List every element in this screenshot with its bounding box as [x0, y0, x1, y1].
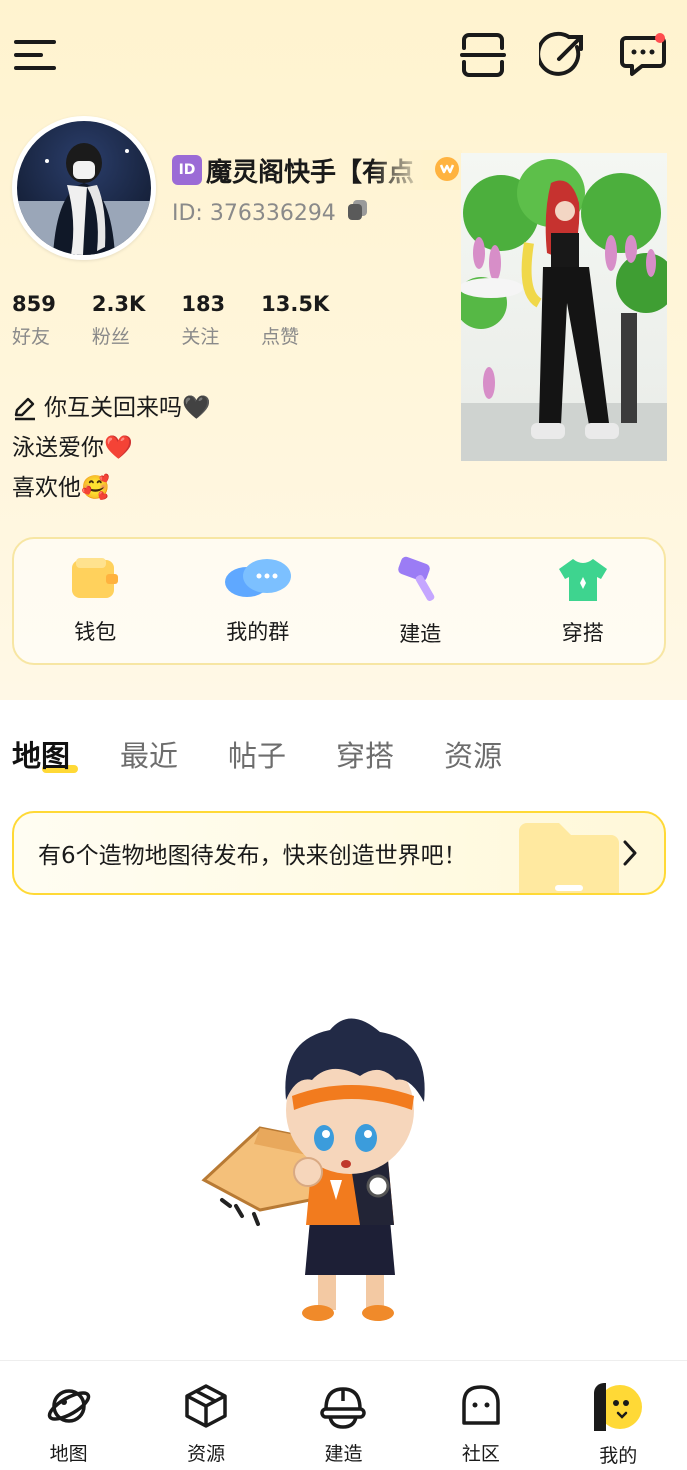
- copy-icon[interactable]: [346, 198, 370, 228]
- menu-icon[interactable]: [10, 30, 60, 80]
- bio-line: 泳送爱你❤️: [12, 428, 211, 468]
- stat-value: 859: [12, 292, 56, 316]
- scan-icon[interactable]: [458, 30, 508, 80]
- group-chat-icon: [223, 556, 293, 606]
- ghost-icon: [458, 1383, 504, 1433]
- stat-friends[interactable]: 859 好友: [12, 292, 56, 349]
- bio-text: 喜欢他🥰: [12, 475, 110, 501]
- shortcut-label: 我的群: [226, 620, 290, 644]
- stat-value: 183: [181, 292, 226, 316]
- tab-resources[interactable]: 资源: [444, 733, 502, 775]
- nav-resources[interactable]: 资源: [151, 1361, 261, 1470]
- stat-following[interactable]: 183 关注: [181, 292, 225, 349]
- stat-value: 13.5K: [261, 292, 330, 316]
- bottom-navigation: 地图 资源 建造 社区 我的: [0, 1360, 687, 1470]
- banner-text: 有6个造物地图待发布，快来创造世界吧！: [38, 843, 467, 869]
- shortcut-my-groups[interactable]: 我的群: [193, 556, 323, 646]
- outfit-icon: [555, 555, 611, 607]
- nav-community[interactable]: 社区: [426, 1361, 536, 1470]
- nav-map[interactable]: 地图: [14, 1361, 124, 1470]
- shortcut-panel: 钱包 我的群 建造 穿搭: [12, 537, 666, 665]
- empty-state-illustration: [200, 1010, 470, 1334]
- stat-likes[interactable]: 13.5K 点赞: [261, 292, 329, 349]
- character-preview[interactable]: [461, 153, 667, 461]
- bio-text: 泳送爱你❤️: [12, 435, 133, 461]
- bio-line: 喜欢他🥰: [12, 468, 211, 508]
- hammer-icon: [395, 554, 445, 608]
- shortcut-outfit[interactable]: 穿搭: [518, 555, 648, 647]
- publish-maps-banner[interactable]: 有6个造物地图待发布，快来创造世界吧！: [12, 811, 666, 895]
- stat-value: 2.3K: [91, 292, 146, 316]
- user-id-row: ID: 376336294: [172, 198, 370, 228]
- shortcut-build[interactable]: 建造: [355, 554, 485, 648]
- nav-label: 我的: [599, 1445, 638, 1467]
- avatar[interactable]: [12, 116, 156, 260]
- wallet-icon: [70, 556, 120, 606]
- stat-label: 关注: [181, 326, 220, 348]
- stat-label: 好友: [12, 326, 51, 348]
- profile-stats: 859 好友 2.3K 粉丝 183 关注 13.5K 点赞: [12, 292, 365, 349]
- id-badge: ID: [172, 155, 202, 185]
- stat-fans[interactable]: 2.3K 粉丝: [92, 292, 145, 349]
- stat-label: 粉丝: [91, 326, 130, 348]
- bio[interactable]: 你互关回来吗🖤 泳送爱你❤️ 喜欢他🥰: [12, 388, 211, 508]
- shortcut-wallet[interactable]: 钱包: [30, 556, 160, 646]
- chevron-right-icon: [622, 839, 638, 871]
- shortcut-label: 建造: [399, 622, 442, 646]
- planet-icon: [46, 1383, 92, 1433]
- share-icon[interactable]: [538, 30, 588, 80]
- message-icon[interactable]: [618, 30, 668, 80]
- nav-label: 地图: [49, 1443, 88, 1465]
- nav-build[interactable]: 建造: [288, 1361, 398, 1470]
- shortcut-label: 穿搭: [561, 621, 604, 645]
- bio-line: 你互关回来吗🖤: [12, 388, 211, 428]
- nav-label: 资源: [187, 1443, 226, 1465]
- nav-me[interactable]: 我的: [563, 1361, 673, 1470]
- tab-outfits[interactable]: 穿搭: [336, 733, 394, 775]
- helmet-icon: [320, 1383, 367, 1433]
- vip-badge-icon[interactable]: [434, 156, 460, 186]
- stat-label: 点赞: [261, 326, 300, 348]
- chick-icon: [592, 1383, 644, 1435]
- folder-icon: [519, 821, 619, 893]
- nav-label: 社区: [461, 1443, 500, 1465]
- user-id: ID: 376336294: [172, 200, 336, 226]
- cube-icon: [183, 1383, 229, 1433]
- bio-text: 你互关回来吗🖤: [44, 395, 211, 421]
- nav-label: 建造: [324, 1443, 363, 1465]
- tab-posts[interactable]: 帖子: [228, 733, 286, 775]
- edit-pencil-icon[interactable]: [12, 395, 38, 421]
- tab-recent[interactable]: 最近: [120, 733, 178, 775]
- shortcut-label: 钱包: [74, 620, 117, 644]
- tab-map[interactable]: 地图: [12, 733, 79, 775]
- content-tabs: 地图 最近 帖子 穿搭 资源: [12, 733, 552, 775]
